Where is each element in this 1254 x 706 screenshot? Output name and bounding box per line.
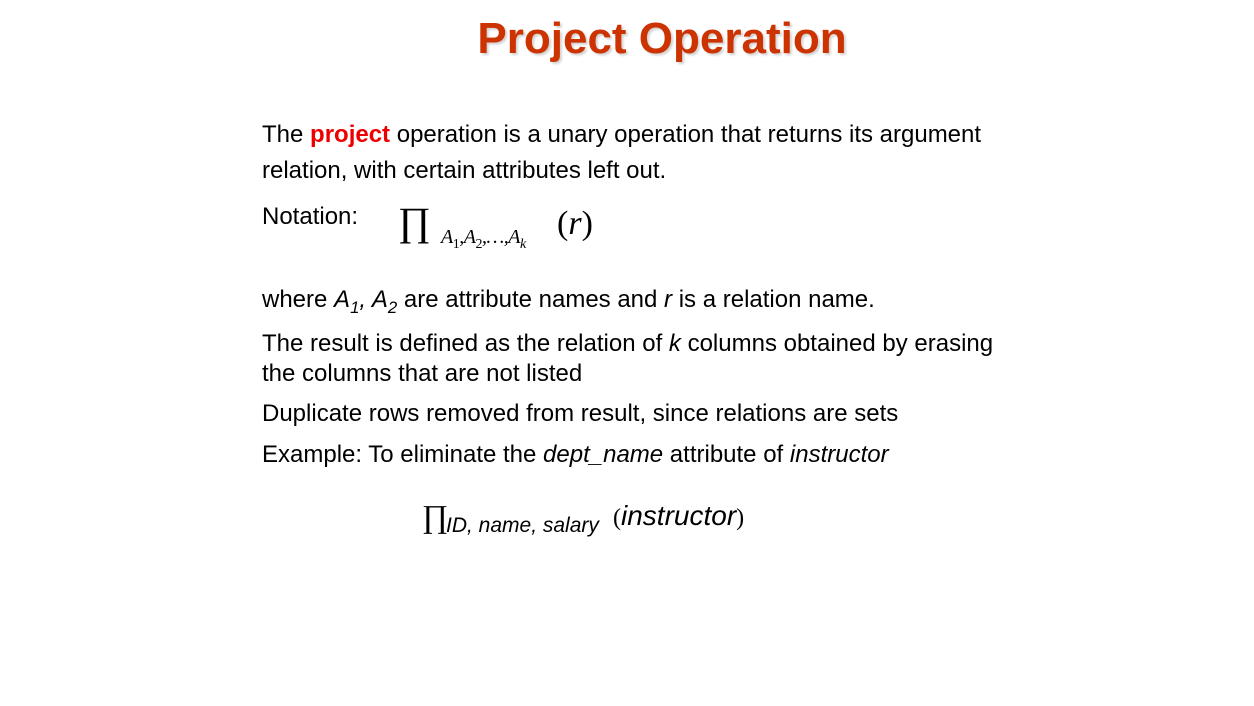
example-arg-text: instructor bbox=[621, 500, 737, 531]
where-prefix: where bbox=[262, 286, 335, 313]
intro-before: The bbox=[262, 121, 311, 148]
where-mid: are attribute names and bbox=[397, 286, 665, 313]
result-paragraph: The result is defined as the relation of… bbox=[262, 329, 993, 389]
example-attr: dept_name bbox=[543, 441, 664, 468]
example-rel: instructor bbox=[789, 441, 889, 468]
notation-label: Notation: bbox=[262, 203, 359, 230]
where-comma: , bbox=[359, 286, 372, 313]
where-line: where A1, A2 are attribute names and r i… bbox=[262, 282, 875, 326]
arg-close: ) bbox=[581, 205, 593, 242]
where-a2: A bbox=[371, 286, 388, 313]
example-argument: (instructor) bbox=[613, 500, 744, 532]
example-line: Example: To eliminate the dept_name attr… bbox=[262, 437, 889, 473]
example-pi-symbol: ∏ bbox=[422, 498, 449, 534]
sub-a2: ,A bbox=[459, 226, 476, 248]
where-a1: A bbox=[334, 286, 351, 313]
where-a2-sub: 2 bbox=[387, 297, 398, 317]
result-after: columns obtained by erasing bbox=[680, 330, 994, 357]
intro-after: operation is a unary operation that retu… bbox=[390, 121, 982, 148]
result-line2: the columns that are not listed bbox=[262, 360, 583, 387]
where-a1-sub: 1 bbox=[350, 297, 360, 317]
sub-k: k bbox=[519, 237, 526, 252]
result-k: k bbox=[668, 330, 681, 357]
slide-title: Project Operation bbox=[477, 14, 847, 63]
arg-open: ( bbox=[557, 205, 569, 242]
intro-line2: relation, with certain attributes left o… bbox=[262, 157, 667, 184]
duplicates-line: Duplicate rows removed from result, sinc… bbox=[262, 400, 899, 427]
result-before: The result is defined as the relation of bbox=[262, 330, 669, 357]
sub-a1: A bbox=[441, 226, 453, 248]
notation-subscript: A1,A2,…,Ak bbox=[441, 226, 526, 253]
notation-argument: (r) bbox=[557, 205, 593, 243]
where-end: is a relation name. bbox=[672, 286, 875, 313]
pi-symbol: ∏ bbox=[398, 199, 431, 244]
intro-paragraph: The project operation is a unary operati… bbox=[262, 117, 981, 189]
example-mid: attribute of bbox=[663, 441, 790, 468]
example-subscript: ID, name, salary bbox=[446, 514, 599, 537]
where-r: r bbox=[664, 286, 673, 313]
example-open-paren: ( bbox=[613, 505, 621, 531]
example-close-paren: ) bbox=[736, 505, 745, 531]
project-keyword: project bbox=[310, 121, 391, 148]
example-prefix: Example: To eliminate the bbox=[262, 441, 544, 468]
sub-dots: ,…,A bbox=[481, 226, 521, 248]
arg-r: r bbox=[568, 205, 582, 242]
